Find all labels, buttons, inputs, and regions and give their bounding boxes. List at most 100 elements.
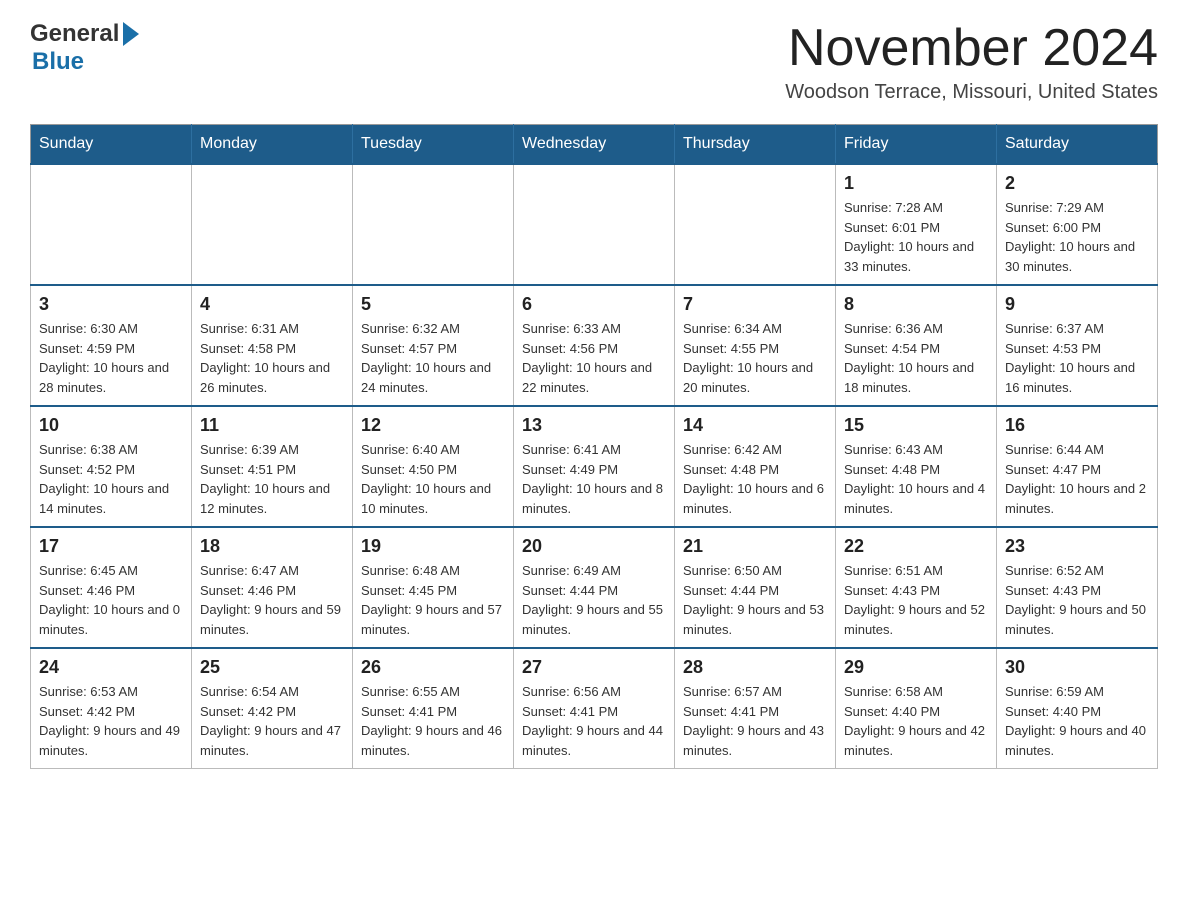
day-info: Sunrise: 6:50 AM Sunset: 4:44 PM Dayligh… — [683, 561, 827, 639]
day-info: Sunrise: 6:31 AM Sunset: 4:58 PM Dayligh… — [200, 319, 344, 397]
day-number: 3 — [39, 294, 183, 315]
day-info: Sunrise: 6:41 AM Sunset: 4:49 PM Dayligh… — [522, 440, 666, 518]
day-number: 8 — [844, 294, 988, 315]
day-info: Sunrise: 6:51 AM Sunset: 4:43 PM Dayligh… — [844, 561, 988, 639]
calendar-body: 1 Sunrise: 7:28 AM Sunset: 6:01 PM Daylig… — [31, 164, 1158, 769]
calendar-week-1: 1 Sunrise: 7:28 AM Sunset: 6:01 PM Daylig… — [31, 164, 1158, 285]
logo-blue-text: Blue — [32, 48, 84, 75]
calendar-cell: 15Sunrise: 6:43 AM Sunset: 4:48 PM Dayli… — [836, 406, 997, 527]
day-number: 22 — [844, 536, 988, 557]
day-number: 27 — [522, 657, 666, 678]
day-info: Sunrise: 6:38 AM Sunset: 4:52 PM Dayligh… — [39, 440, 183, 518]
day-number: 5 — [361, 294, 505, 315]
logo-triangle-icon — [123, 22, 139, 46]
calendar-cell: 22 Sunrise: 6:51 AM Sunset: 4:43 PM Dayli… — [836, 527, 997, 648]
calendar-cell: 5 Sunrise: 6:32 AM Sunset: 4:57 PM Daylig… — [353, 285, 514, 406]
calendar-cell — [514, 164, 675, 285]
calendar-week-3: 10 Sunrise: 6:38 AM Sunset: 4:52 PM Dayli… — [31, 406, 1158, 527]
calendar-table: SundayMondayTuesdayWednesdayThursdayFrid… — [30, 124, 1158, 769]
day-number: 1 — [844, 173, 988, 194]
day-number: 12 — [361, 415, 505, 436]
day-info: Sunrise: 6:43 AM Sunset: 4:48 PM Dayligh… — [844, 440, 988, 518]
weekday-header-saturday: Saturday — [997, 125, 1158, 165]
calendar-cell: 13 Sunrise: 6:41 AM Sunset: 4:49 PM Dayli… — [514, 406, 675, 527]
day-info: Sunrise: 6:57 AM Sunset: 4:41 PM Dayligh… — [683, 682, 827, 760]
calendar-cell — [675, 164, 836, 285]
day-number: 28 — [683, 657, 827, 678]
day-info: Sunrise: 6:56 AM Sunset: 4:41 PM Dayligh… — [522, 682, 666, 760]
weekday-header-sunday: Sunday — [31, 125, 192, 165]
calendar-cell: 4Sunrise: 6:31 AM Sunset: 4:58 PM Daylig… — [192, 285, 353, 406]
calendar-cell: 11Sunrise: 6:39 AM Sunset: 4:51 PM Dayli… — [192, 406, 353, 527]
calendar-cell: 2 Sunrise: 7:29 AM Sunset: 6:00 PM Daylig… — [997, 164, 1158, 285]
calendar-week-4: 17Sunrise: 6:45 AM Sunset: 4:46 PM Dayli… — [31, 527, 1158, 648]
calendar-cell: 23 Sunrise: 6:52 AM Sunset: 4:43 PM Dayli… — [997, 527, 1158, 648]
day-number: 10 — [39, 415, 183, 436]
day-info: Sunrise: 6:32 AM Sunset: 4:57 PM Dayligh… — [361, 319, 505, 397]
weekday-header-wednesday: Wednesday — [514, 125, 675, 165]
day-info: Sunrise: 6:36 AM Sunset: 4:54 PM Dayligh… — [844, 319, 988, 397]
calendar-cell: 30 Sunrise: 6:59 AM Sunset: 4:40 PM Dayli… — [997, 648, 1158, 769]
calendar-cell — [353, 164, 514, 285]
day-number: 2 — [1005, 173, 1149, 194]
day-number: 9 — [1005, 294, 1149, 315]
day-number: 11 — [200, 415, 344, 436]
day-info: Sunrise: 6:44 AM Sunset: 4:47 PM Dayligh… — [1005, 440, 1149, 518]
day-number: 25 — [200, 657, 344, 678]
location-title: Woodson Terrace, Missouri, United States — [785, 81, 1158, 104]
calendar-cell: 27 Sunrise: 6:56 AM Sunset: 4:41 PM Dayli… — [514, 648, 675, 769]
weekday-header-thursday: Thursday — [675, 125, 836, 165]
calendar-cell: 28 Sunrise: 6:57 AM Sunset: 4:41 PM Dayli… — [675, 648, 836, 769]
calendar-cell: 7 Sunrise: 6:34 AM Sunset: 4:55 PM Daylig… — [675, 285, 836, 406]
day-number: 21 — [683, 536, 827, 557]
calendar-cell — [192, 164, 353, 285]
day-info: Sunrise: 6:30 AM Sunset: 4:59 PM Dayligh… — [39, 319, 183, 397]
day-info: Sunrise: 7:28 AM Sunset: 6:01 PM Dayligh… — [844, 198, 988, 276]
day-number: 7 — [683, 294, 827, 315]
day-number: 30 — [1005, 657, 1149, 678]
calendar-cell: 17Sunrise: 6:45 AM Sunset: 4:46 PM Dayli… — [31, 527, 192, 648]
day-info: Sunrise: 6:54 AM Sunset: 4:42 PM Dayligh… — [200, 682, 344, 760]
calendar-week-5: 24 Sunrise: 6:53 AM Sunset: 4:42 PM Dayli… — [31, 648, 1158, 769]
calendar-cell: 8 Sunrise: 6:36 AM Sunset: 4:54 PM Daylig… — [836, 285, 997, 406]
day-info: Sunrise: 6:48 AM Sunset: 4:45 PM Dayligh… — [361, 561, 505, 639]
day-number: 13 — [522, 415, 666, 436]
calendar-cell: 14 Sunrise: 6:42 AM Sunset: 4:48 PM Dayli… — [675, 406, 836, 527]
calendar-header: SundayMondayTuesdayWednesdayThursdayFrid… — [31, 125, 1158, 165]
day-info: Sunrise: 6:45 AM Sunset: 4:46 PM Dayligh… — [39, 561, 183, 639]
calendar-cell — [31, 164, 192, 285]
calendar-cell: 20Sunrise: 6:49 AM Sunset: 4:44 PM Dayli… — [514, 527, 675, 648]
day-number: 19 — [361, 536, 505, 557]
day-number: 14 — [683, 415, 827, 436]
logo-general-text: General — [30, 20, 119, 48]
day-info: Sunrise: 7:29 AM Sunset: 6:00 PM Dayligh… — [1005, 198, 1149, 276]
page-header: General Blue November 2024 Woodson Terra… — [30, 20, 1158, 104]
title-block: November 2024 Woodson Terrace, Missouri,… — [785, 20, 1158, 104]
day-info: Sunrise: 6:58 AM Sunset: 4:40 PM Dayligh… — [844, 682, 988, 760]
calendar-cell: 18Sunrise: 6:47 AM Sunset: 4:46 PM Dayli… — [192, 527, 353, 648]
day-number: 16 — [1005, 415, 1149, 436]
calendar-cell: 26Sunrise: 6:55 AM Sunset: 4:41 PM Dayli… — [353, 648, 514, 769]
day-number: 23 — [1005, 536, 1149, 557]
weekday-header-tuesday: Tuesday — [353, 125, 514, 165]
day-info: Sunrise: 6:55 AM Sunset: 4:41 PM Dayligh… — [361, 682, 505, 760]
calendar-cell: 21 Sunrise: 6:50 AM Sunset: 4:44 PM Dayli… — [675, 527, 836, 648]
day-info: Sunrise: 6:49 AM Sunset: 4:44 PM Dayligh… — [522, 561, 666, 639]
calendar-cell: 19 Sunrise: 6:48 AM Sunset: 4:45 PM Dayli… — [353, 527, 514, 648]
day-info: Sunrise: 6:42 AM Sunset: 4:48 PM Dayligh… — [683, 440, 827, 518]
day-info: Sunrise: 6:59 AM Sunset: 4:40 PM Dayligh… — [1005, 682, 1149, 760]
day-info: Sunrise: 6:52 AM Sunset: 4:43 PM Dayligh… — [1005, 561, 1149, 639]
day-number: 24 — [39, 657, 183, 678]
calendar-cell: 6Sunrise: 6:33 AM Sunset: 4:56 PM Daylig… — [514, 285, 675, 406]
day-info: Sunrise: 6:53 AM Sunset: 4:42 PM Dayligh… — [39, 682, 183, 760]
day-info: Sunrise: 6:33 AM Sunset: 4:56 PM Dayligh… — [522, 319, 666, 397]
calendar-cell: 24 Sunrise: 6:53 AM Sunset: 4:42 PM Dayli… — [31, 648, 192, 769]
calendar-cell: 12 Sunrise: 6:40 AM Sunset: 4:50 PM Dayli… — [353, 406, 514, 527]
calendar-cell: 16 Sunrise: 6:44 AM Sunset: 4:47 PM Dayli… — [997, 406, 1158, 527]
weekday-header-monday: Monday — [192, 125, 353, 165]
day-info: Sunrise: 6:34 AM Sunset: 4:55 PM Dayligh… — [683, 319, 827, 397]
day-info: Sunrise: 6:40 AM Sunset: 4:50 PM Dayligh… — [361, 440, 505, 518]
logo: General Blue — [30, 20, 139, 76]
calendar-week-2: 3 Sunrise: 6:30 AM Sunset: 4:59 PM Daylig… — [31, 285, 1158, 406]
calendar-cell: 1 Sunrise: 7:28 AM Sunset: 6:01 PM Daylig… — [836, 164, 997, 285]
